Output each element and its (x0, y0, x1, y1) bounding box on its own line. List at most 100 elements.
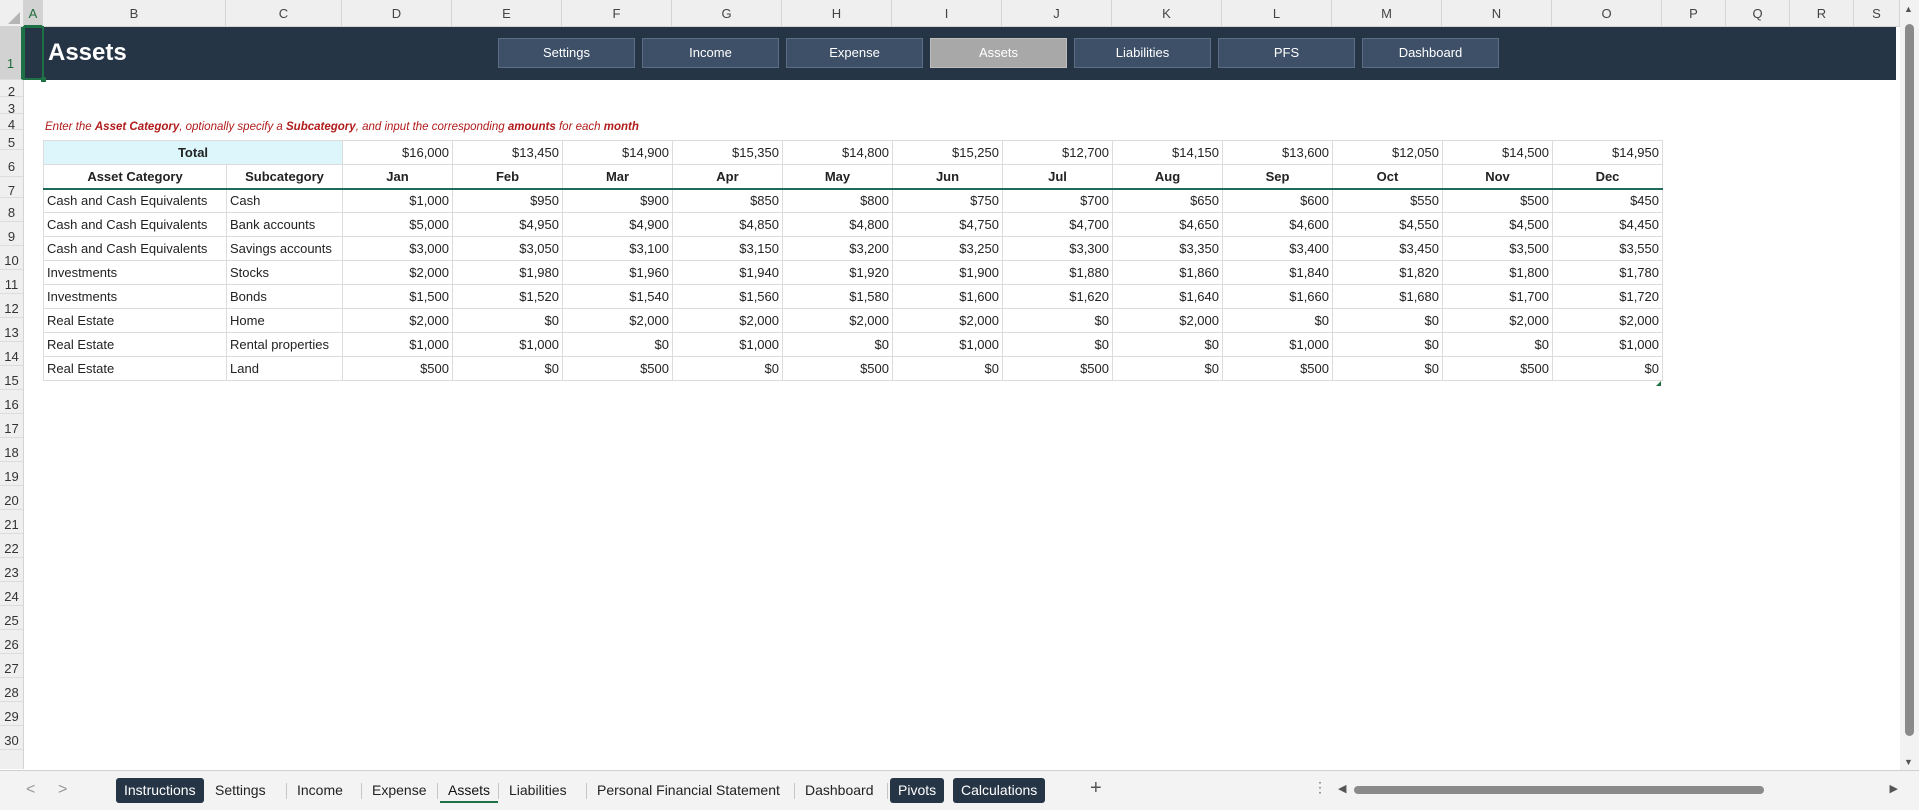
column-heading[interactable]: Subcategory (226, 164, 343, 190)
amount-cell[interactable]: $0 (1332, 308, 1443, 333)
nav-button-dashboard[interactable]: Dashboard (1362, 38, 1499, 68)
row-header-7[interactable]: 7 (0, 177, 23, 198)
total-label[interactable]: Total (43, 140, 343, 165)
amount-cell[interactable]: $3,100 (562, 236, 673, 261)
amount-cell[interactable]: $2,000 (672, 308, 783, 333)
row-header-11[interactable]: 11 (0, 270, 23, 294)
total-cell[interactable]: $16,000 (342, 140, 453, 165)
nav-button-assets[interactable]: Assets (930, 38, 1067, 68)
amount-cell[interactable]: $2,000 (342, 308, 453, 333)
row-header-17[interactable]: 17 (0, 414, 23, 438)
amount-cell[interactable]: $3,450 (1332, 236, 1443, 261)
row-header-9[interactable]: 9 (0, 222, 23, 246)
amount-cell[interactable]: $3,150 (672, 236, 783, 261)
row-header-20[interactable]: 20 (0, 486, 23, 510)
table-resize-handle[interactable] (1656, 381, 1661, 386)
amount-cell[interactable]: $1,780 (1552, 260, 1663, 285)
scroll-down-icon[interactable]: ▼ (1904, 757, 1913, 767)
column-header-o[interactable]: O (1552, 0, 1662, 27)
amount-cell[interactable]: $700 (1002, 188, 1113, 213)
total-cell[interactable]: $13,450 (452, 140, 563, 165)
nav-button-income[interactable]: Income (642, 38, 779, 68)
column-header-r[interactable]: R (1790, 0, 1854, 27)
amount-cell[interactable]: $4,600 (1222, 212, 1333, 237)
vertical-scroll-thumb[interactable] (1905, 24, 1914, 736)
amount-cell[interactable]: $0 (562, 332, 673, 357)
amount-cell[interactable]: $4,800 (782, 212, 893, 237)
column-header-h[interactable]: H (782, 0, 892, 27)
nav-button-expense[interactable]: Expense (786, 38, 923, 68)
amount-cell[interactable]: $0 (452, 356, 563, 381)
amount-cell[interactable]: $1,520 (452, 284, 563, 309)
amount-cell[interactable]: $1,500 (342, 284, 453, 309)
row-header-25[interactable]: 25 (0, 606, 23, 630)
amount-cell[interactable]: $1,000 (452, 332, 563, 357)
add-sheet-icon[interactable]: + (1090, 777, 1102, 800)
amount-cell[interactable]: $2,000 (892, 308, 1003, 333)
column-heading[interactable]: Nov (1442, 164, 1553, 190)
column-heading[interactable]: Dec (1552, 164, 1663, 190)
more-options-icon[interactable]: ⋮ (1313, 779, 1327, 796)
amount-cell[interactable]: $1,940 (672, 260, 783, 285)
nav-button-pfs[interactable]: PFS (1218, 38, 1355, 68)
column-heading[interactable]: Oct (1332, 164, 1443, 190)
select-all-button[interactable] (0, 0, 24, 27)
amount-cell[interactable]: $1,000 (892, 332, 1003, 357)
amount-cell[interactable]: $3,250 (892, 236, 1003, 261)
row-header-18[interactable]: 18 (0, 438, 23, 462)
amount-cell[interactable]: $5,000 (342, 212, 453, 237)
subcategory-cell[interactable]: Rental properties (226, 332, 343, 357)
scroll-left-icon[interactable]: ◀ (1338, 782, 1346, 795)
row-header-10[interactable]: 10 (0, 246, 23, 270)
sheet-tab-calculations[interactable]: Calculations (953, 778, 1046, 803)
amount-cell[interactable]: $4,850 (672, 212, 783, 237)
row-header-26[interactable]: 26 (0, 630, 23, 654)
amount-cell[interactable]: $4,550 (1332, 212, 1443, 237)
row-header-21[interactable]: 21 (0, 510, 23, 534)
row-header-2[interactable]: 2 (0, 80, 23, 99)
amount-cell[interactable]: $850 (672, 188, 783, 213)
total-cell[interactable]: $12,700 (1002, 140, 1113, 165)
amount-cell[interactable]: $0 (672, 356, 783, 381)
column-header-b[interactable]: B (43, 0, 226, 27)
row-header-24[interactable]: 24 (0, 582, 23, 606)
amount-cell[interactable]: $3,000 (342, 236, 453, 261)
total-cell[interactable]: $14,150 (1112, 140, 1223, 165)
amount-cell[interactable]: $1,000 (342, 188, 453, 213)
amount-cell[interactable]: $2,000 (1552, 308, 1663, 333)
asset-category-cell[interactable]: Real Estate (43, 356, 227, 381)
asset-category-cell[interactable]: Real Estate (43, 332, 227, 357)
amount-cell[interactable]: $1,820 (1332, 260, 1443, 285)
row-header-13[interactable]: 13 (0, 318, 23, 342)
amount-cell[interactable]: $0 (1552, 356, 1663, 381)
column-header-m[interactable]: M (1332, 0, 1442, 27)
amount-cell[interactable]: $950 (452, 188, 563, 213)
row-header-16[interactable]: 16 (0, 390, 23, 414)
column-header-n[interactable]: N (1442, 0, 1552, 27)
amount-cell[interactable]: $3,200 (782, 236, 893, 261)
amount-cell[interactable]: $0 (782, 332, 893, 357)
total-cell[interactable]: $14,950 (1552, 140, 1663, 165)
amount-cell[interactable]: $1,000 (342, 332, 453, 357)
subcategory-cell[interactable]: Cash (226, 188, 343, 213)
horizontal-scroll-thumb[interactable] (1354, 786, 1764, 794)
sheet-tab-personal-financial-statement[interactable]: Personal Financial Statement (589, 778, 788, 803)
amount-cell[interactable]: $3,550 (1552, 236, 1663, 261)
asset-category-cell[interactable]: Investments (43, 284, 227, 309)
row-header-15[interactable]: 15 (0, 366, 23, 390)
row-header-1[interactable]: 1 (0, 27, 23, 80)
amount-cell[interactable]: $500 (1222, 356, 1333, 381)
amount-cell[interactable]: $4,450 (1552, 212, 1663, 237)
sheet-tab-expense[interactable]: Expense (364, 778, 434, 803)
amount-cell[interactable]: $3,500 (1442, 236, 1553, 261)
column-header-l[interactable]: L (1222, 0, 1332, 27)
amount-cell[interactable]: $1,560 (672, 284, 783, 309)
total-cell[interactable]: $14,900 (562, 140, 673, 165)
column-heading[interactable]: May (782, 164, 893, 190)
column-header-k[interactable]: K (1112, 0, 1222, 27)
column-heading[interactable]: Aug (1112, 164, 1223, 190)
subcategory-cell[interactable]: Savings accounts (226, 236, 343, 261)
row-header-6[interactable]: 6 (0, 150, 23, 177)
column-header-p[interactable]: P (1662, 0, 1726, 27)
amount-cell[interactable]: $1,920 (782, 260, 893, 285)
